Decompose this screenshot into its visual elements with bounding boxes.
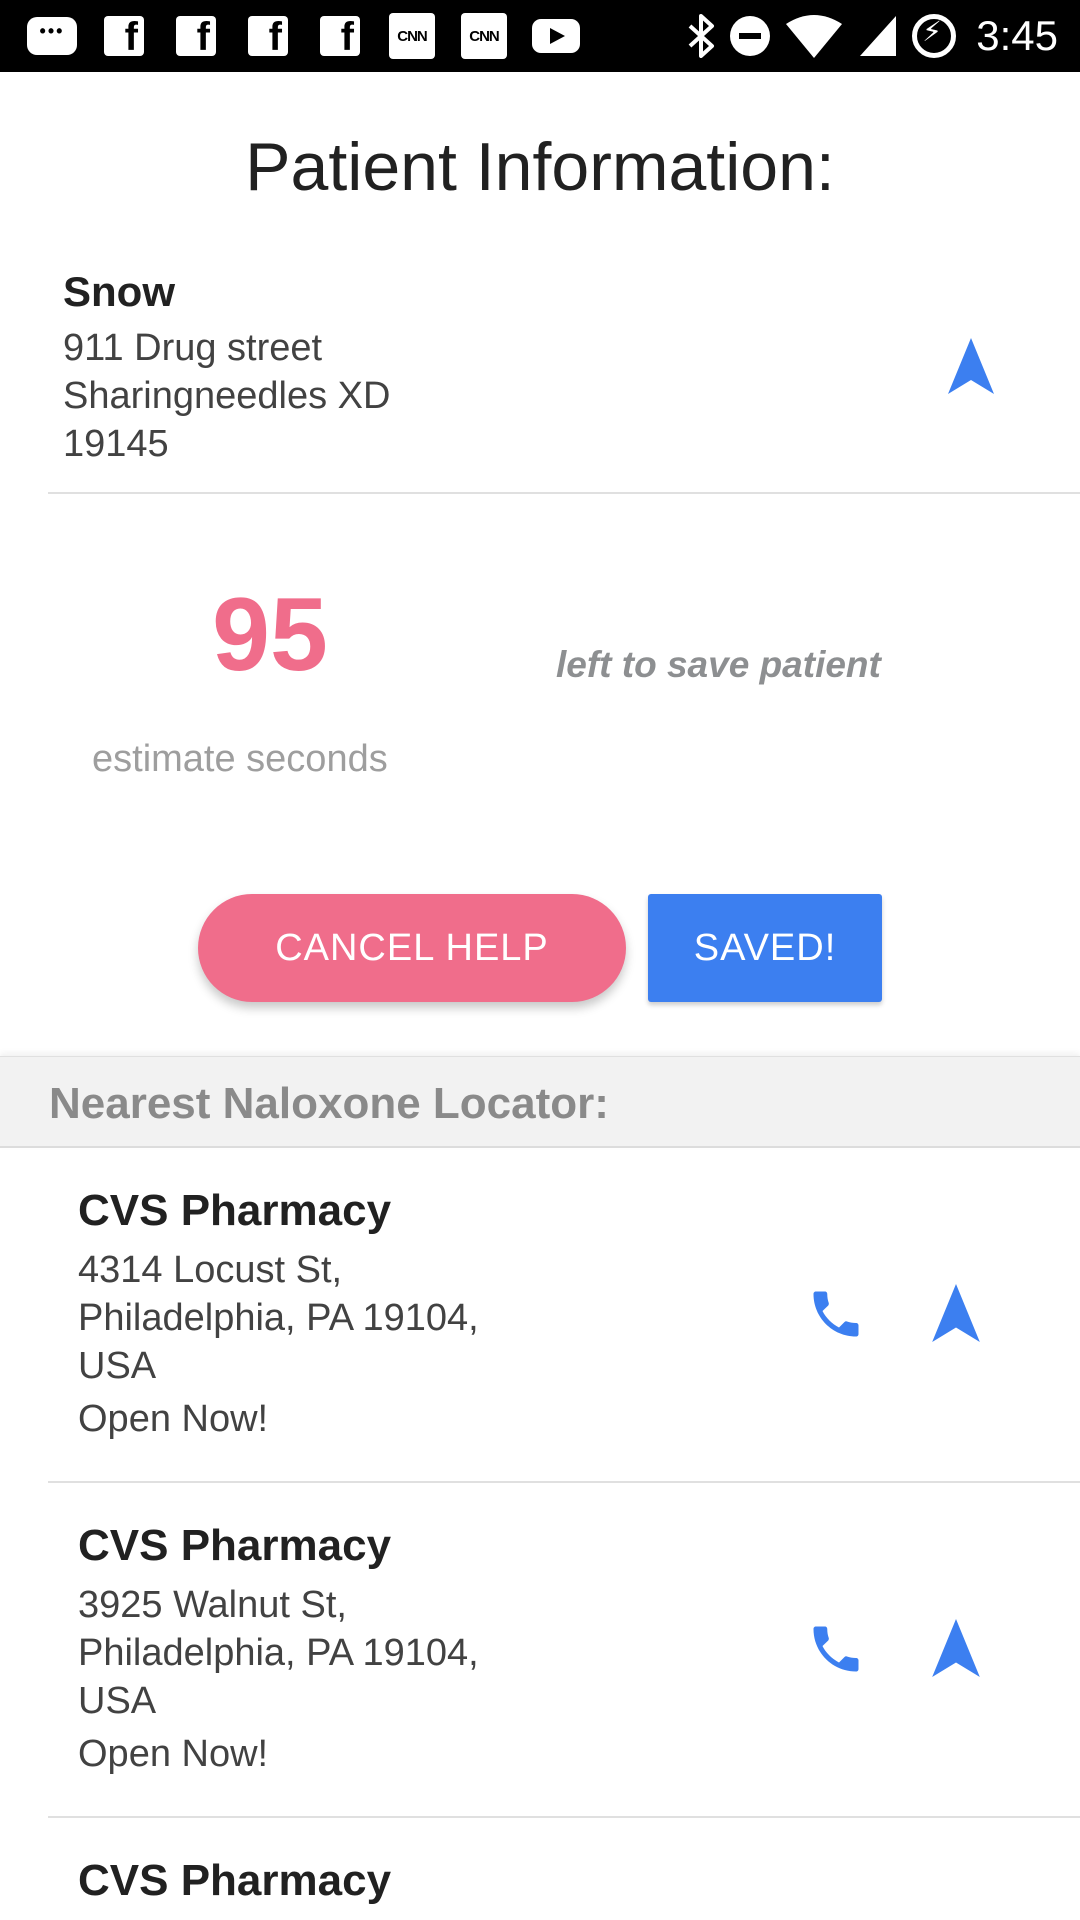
facebook-icon [312,14,368,60]
pharmacy-address-line1: 3925 Walnut St, [78,1584,347,1626]
patient-name: Snow [63,268,175,315]
app-screen: CNN CNN 3:45 Patient Information: Snow 9… [0,0,1080,1920]
system-icons: 3:45 [686,8,1058,64]
pharmacy-name: CVS Pharmacy [78,1186,392,1235]
saved-button[interactable]: SAVED! [648,894,882,1002]
patient-address-line1: 911 Drug street [63,327,323,369]
section-divider [48,492,1080,494]
navigation-arrow-icon[interactable] [932,1284,980,1342]
battery-charging-icon [912,14,957,58]
cell-signal-icon [860,16,897,56]
pharmacy-address: 3925 Walnut St, Philadelphia, PA 19104, … [78,1581,558,1725]
cnn-icon: CNN [384,13,440,59]
pharmacy-open-status: Open Now! [78,1733,269,1775]
patient-address-line2: Sharingneedles XD [63,375,391,417]
countdown-description: left to save patient [556,644,881,685]
notification-icons: CNN CNN [24,13,584,60]
pharmacy-name: CVS Pharmacy [78,1856,392,1905]
phone-icon[interactable] [806,1284,866,1344]
youtube-icon [528,14,584,58]
pharmacy-list-item: CVS Pharmacy [0,1818,1080,1920]
bluetooth-icon [688,14,715,58]
do-not-disturb-icon [730,16,771,56]
countdown-value: 95 [212,577,328,693]
navigation-arrow-icon[interactable] [948,338,994,394]
cancel-help-button[interactable]: CANCEL HELP [198,894,626,1002]
pharmacy-address-line2: Philadelphia, PA 19104, [78,1632,479,1674]
patient-address-line3: 19145 [63,423,169,465]
phone-icon[interactable] [806,1619,866,1679]
pharmacy-address: 4314 Locust St, Philadelphia, PA 19104, … [78,1246,558,1390]
status-bar: CNN CNN 3:45 [0,0,1080,72]
navigation-arrow-icon[interactable] [932,1619,980,1677]
page-title: Patient Information: [245,129,835,205]
status-time: 3:45 [976,12,1058,59]
locator-title: Nearest Naloxone Locator: [49,1079,609,1128]
facebook-icon [96,14,152,60]
facebook-icon [168,14,224,60]
pharmacy-open-status: Open Now! [78,1398,269,1440]
facebook-icon [240,14,296,60]
pharmacy-address-line1: 4314 Locust St, [78,1249,343,1291]
pharmacy-address-line3: USA [78,1680,157,1722]
pharmacy-name: CVS Pharmacy [78,1521,392,1570]
pharmacy-address-line3: USA [78,1345,157,1387]
locator-header: Nearest Naloxone Locator: [0,1056,1080,1148]
patient-address: 911 Drug street Sharingneedles XD 19145 [63,324,390,468]
countdown-unit: estimate seconds [92,738,388,780]
pharmacy-list-item: CVS Pharmacy 3925 Walnut St, Philadelphi… [0,1483,1080,1818]
cnn-icon: CNN [456,13,512,59]
pharmacy-list-item: CVS Pharmacy 4314 Locust St, Philadelphi… [0,1148,1080,1483]
pharmacy-address-line2: Philadelphia, PA 19104, [78,1297,479,1339]
wifi-icon [786,15,843,58]
chat-icon [24,14,80,58]
